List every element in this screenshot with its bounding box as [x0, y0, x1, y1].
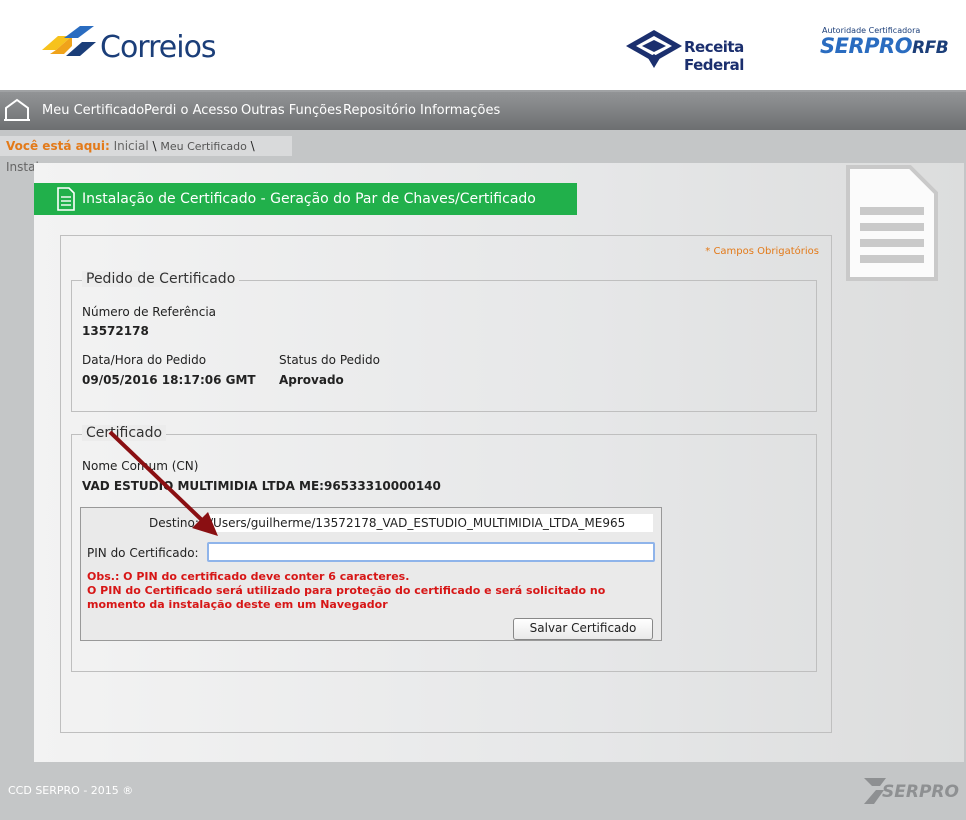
- breadcrumb-home-link[interactable]: Inicial: [114, 139, 149, 153]
- page-title-bar: Instalação de Certificado - Geração do P…: [34, 183, 577, 215]
- serpro-title: SERPRORFB: [820, 34, 949, 58]
- nav-outras-funcoes[interactable]: Outras Funções: [241, 103, 342, 118]
- pedido-legend: Pedido de Certificado: [82, 271, 240, 287]
- nav-informacoes[interactable]: Informações: [420, 103, 500, 118]
- breadcrumb-label: Você está aqui:: [6, 139, 110, 153]
- breadcrumb-separator: \: [246, 139, 255, 153]
- pin-input[interactable]: [207, 542, 655, 562]
- cn-value: VAD ESTUDIO MULTIMIDIA LTDA ME:965333100…: [82, 479, 441, 493]
- save-certificate-button[interactable]: Salvar Certificado: [513, 618, 653, 640]
- content-panel: Instalação de Certificado - Geração do P…: [34, 163, 964, 762]
- receita-federal-emblem-icon: [626, 30, 682, 68]
- correios-logo[interactable]: Correios: [42, 26, 242, 70]
- page-title: Instalação de Certificado - Geração do P…: [82, 191, 536, 207]
- footer-copyright: CCD SERPRO - 2015 ®: [8, 784, 134, 797]
- breadcrumb: Você está aqui: Inicial \ Meu Certificad…: [0, 136, 292, 174]
- pin-label: PIN do Certificado:: [87, 546, 199, 560]
- status-label: Status do Pedido: [279, 353, 380, 367]
- pedido-fieldset: Pedido de Certificado Número de Referênc…: [71, 271, 817, 412]
- save-certificate-box: Destino: /Users/guilherme/13572178_VAD_E…: [80, 507, 662, 641]
- correios-logo-text: Correios: [100, 30, 217, 65]
- nav-repositorio[interactable]: Repositório: [343, 103, 416, 118]
- nav-perdi-o-acesso[interactable]: Perdi o Acesso: [144, 103, 238, 118]
- serpro-suffix: RFB: [912, 38, 949, 58]
- form-container: * Campos Obrigatórios Pedido de Certific…: [60, 235, 832, 733]
- pin-observation: Obs.: O PIN do certificado deve conter 6…: [87, 570, 647, 612]
- date-label: Data/Hora do Pedido: [82, 353, 207, 367]
- destination-field[interactable]: /Users/guilherme/13572178_VAD_ESTUDIO_MU…: [205, 514, 653, 532]
- document-icon: [57, 187, 75, 211]
- receita-federal-text: Receita Federal: [684, 38, 744, 74]
- home-icon[interactable]: [4, 98, 30, 122]
- required-fields-note: * Campos Obrigatórios: [705, 246, 819, 257]
- status-value: Aprovado: [279, 373, 344, 387]
- certificado-fieldset: Certificado Nome Comum (CN) VAD ESTUDIO …: [71, 425, 817, 672]
- serpro-rfb-logo[interactable]: Autoridade Certificadora SERPRORFB: [820, 26, 950, 66]
- main-navigation: Meu Certificado Perdi o Acesso Outras Fu…: [0, 90, 966, 130]
- ref-label: Número de Referência: [82, 305, 217, 319]
- nav-meu-certificado[interactable]: Meu Certificado: [42, 103, 144, 118]
- date-value: 09/05/2016 18:17:06 GMT: [82, 373, 256, 387]
- obs-line-2: O PIN do Certificado será utilizado para…: [87, 584, 606, 611]
- serpro-footer-text: SERPRO: [882, 782, 959, 802]
- serpro-footer-logo[interactable]: SERPRO: [862, 774, 962, 808]
- cn-label: Nome Comum (CN): [82, 459, 199, 473]
- destination-label: Destino:: [149, 516, 199, 530]
- correios-mark-icon: [42, 26, 96, 56]
- breadcrumb-meu-certificado-link[interactable]: Meu Certificado: [160, 140, 247, 153]
- breadcrumb-separator: \: [148, 139, 161, 153]
- serpro-main: SERPRO: [820, 34, 913, 58]
- ref-value: 13572178: [82, 324, 149, 338]
- header: Correios Receita Federal Autoridade Cert…: [0, 0, 966, 90]
- receita-federal-logo[interactable]: Receita Federal: [626, 28, 806, 74]
- obs-line-1: Obs.: O PIN do certificado deve conter 6…: [87, 570, 410, 583]
- certificado-legend: Certificado: [82, 425, 167, 441]
- document-watermark-icon: [846, 165, 938, 281]
